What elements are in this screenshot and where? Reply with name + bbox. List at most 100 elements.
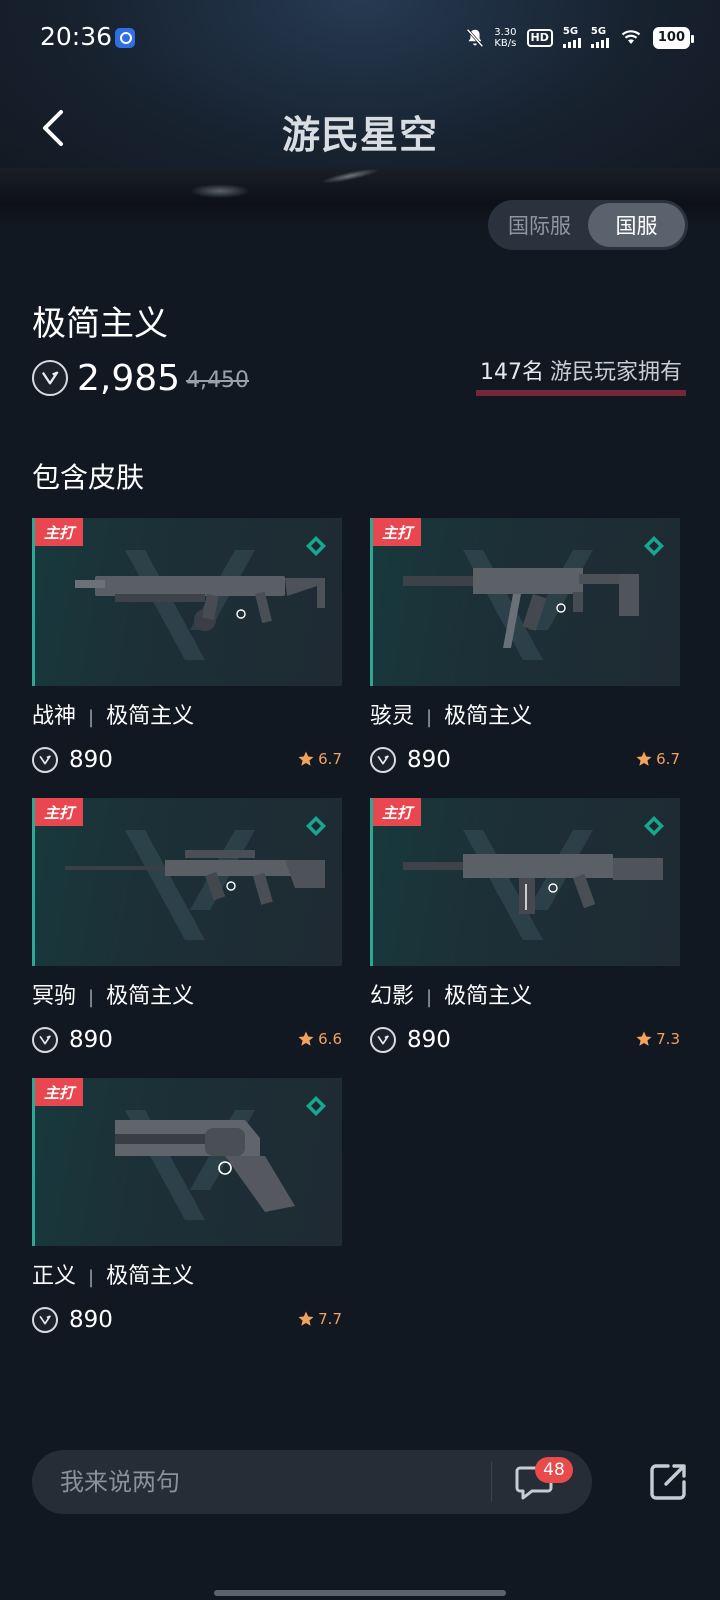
skin-price: 890 (407, 747, 451, 773)
skin-rating-value: 6.7 (318, 750, 342, 768)
skin-rating: 6.7 (635, 750, 680, 768)
bundle-title: 极简主义 (32, 304, 168, 344)
status-bar: 20:36 3.30 KB/s HD 5G 5G 100 (0, 0, 720, 74)
vp-currency-icon (32, 1307, 58, 1333)
network-speed: 3.30 KB/s (494, 27, 516, 49)
rank-icon (644, 816, 664, 836)
skin-rating-value: 7.7 (318, 1310, 342, 1328)
skin-rating-value: 7.3 (656, 1030, 680, 1048)
comment-divider (491, 1462, 492, 1502)
skin-rating: 7.3 (635, 1030, 680, 1048)
skin-card[interactable]: 主打骇灵 | 极简主义 890 6.7 (370, 518, 680, 788)
wifi-icon (619, 26, 643, 50)
rank-icon (306, 1096, 326, 1116)
skin-price: 890 (407, 1027, 451, 1053)
skin-weapon-name: 冥驹 (32, 984, 77, 1009)
skin-weapon-name: 幻影 (370, 984, 415, 1009)
skin-collection-name: 极简主义 (106, 704, 195, 729)
weapon-image (75, 576, 325, 631)
skin-card[interactable]: 主打冥驹 | 极简主义 890 6.6 (32, 798, 342, 1068)
signal-icon-1: 5G (562, 26, 581, 48)
skin-collection-name: 极简主义 (106, 1264, 195, 1289)
rank-icon (306, 536, 326, 556)
server-toggle: 国际服 国服 (488, 200, 688, 250)
weapon-image (403, 854, 663, 914)
skin-rating-value: 6.7 (656, 750, 680, 768)
star-icon (298, 751, 314, 766)
skin-weapon-name: 骇灵 (370, 704, 415, 729)
skin-name-separator: | (88, 987, 95, 1008)
skin-rating-value: 6.6 (318, 1030, 342, 1048)
signal-icon-2: 5G (590, 26, 609, 48)
skin-name-separator: | (88, 1267, 95, 1288)
owners-count: 147名 (479, 360, 544, 385)
bundle-price-row: 2,985 4,450 (32, 356, 249, 400)
server-option-international[interactable]: 国际服 (491, 203, 588, 247)
star-icon (298, 1311, 314, 1326)
skin-collection-name: 极简主义 (106, 984, 195, 1009)
star-icon (636, 751, 652, 766)
featured-tag: 主打 (373, 798, 421, 826)
skin-price-row: 890 (32, 1304, 113, 1336)
featured-tag: 主打 (35, 798, 83, 826)
share-icon (650, 1464, 686, 1500)
owners-text: 游民玩家拥有 (549, 360, 682, 385)
bundle-price: 2,985 (77, 357, 181, 399)
skin-price: 890 (69, 1307, 113, 1333)
app-notification-icon (115, 28, 135, 48)
skin-card[interactable]: 主打幻影 | 极简主义 890 7.3 (370, 798, 680, 1068)
skin-name-separator: | (88, 707, 95, 728)
back-button[interactable] (34, 106, 78, 150)
comment-input[interactable] (60, 1450, 480, 1514)
skin-name: 骇灵 | 极简主义 (370, 698, 532, 730)
skin-rating: 6.6 (297, 1030, 342, 1048)
star-icon (636, 1031, 652, 1046)
skin-price-row: 890 (370, 1024, 451, 1056)
skin-name: 幻影 | 极简主义 (370, 978, 532, 1010)
vp-currency-icon (32, 747, 58, 773)
status-icons: 3.30 KB/s HD 5G 5G 100 (464, 24, 695, 52)
featured-tag: 主打 (373, 518, 421, 546)
skin-image: 主打 (370, 518, 680, 686)
skin-image: 主打 (32, 1078, 342, 1246)
star-icon (298, 1031, 314, 1046)
skin-collection-name: 极简主义 (444, 704, 533, 729)
skin-image: 主打 (32, 798, 342, 966)
vp-currency-icon (32, 1027, 58, 1053)
weapon-image (65, 850, 325, 905)
site-logo: 游民星空 (281, 113, 438, 157)
skin-price-row: 890 (32, 1024, 113, 1056)
mute-bell-icon (464, 27, 484, 49)
network-speed-unit: KB/s (494, 38, 517, 49)
vp-currency-icon (370, 747, 396, 773)
skin-price-row: 890 (32, 744, 113, 776)
skin-name: 正义 | 极简主义 (32, 1258, 194, 1290)
skin-card[interactable]: 主打 战神 | 极简主义 890 6.7 (32, 518, 342, 788)
skin-name-separator: | (426, 707, 433, 728)
featured-tag: 主打 (35, 1078, 83, 1106)
share-button[interactable] (644, 1458, 692, 1506)
skin-weapon-name: 战神 (32, 704, 77, 729)
rank-icon (306, 816, 326, 836)
signal-label-2: 5G (590, 26, 607, 37)
hd-indicator: HD (526, 29, 553, 47)
bundle-original-price: 4,450 (186, 367, 250, 393)
network-speed-value: 3.30 (494, 27, 517, 38)
vp-currency-icon (32, 360, 68, 396)
weapon-image (403, 568, 639, 648)
skin-name: 冥驹 | 极简主义 (32, 978, 194, 1010)
skin-card[interactable]: 主打 正义 | 极简主义 890 7.7 (32, 1078, 342, 1348)
skin-price-row: 890 (370, 744, 451, 776)
skin-price: 890 (69, 1027, 113, 1053)
signal-label-1: 5G (562, 26, 579, 37)
skin-name: 战神 | 极简主义 (32, 698, 194, 730)
status-time: 20:36 (40, 22, 113, 51)
rank-icon (644, 536, 664, 556)
home-indicator (214, 1590, 506, 1596)
weapon-image (115, 1120, 295, 1212)
skin-collection-name: 极简主义 (444, 984, 533, 1009)
section-title: 包含皮肤 (32, 461, 145, 494)
server-option-china[interactable]: 国服 (588, 203, 685, 247)
vp-currency-icon (370, 1027, 396, 1053)
owners-info: 147名 游民玩家拥有 (475, 354, 686, 396)
